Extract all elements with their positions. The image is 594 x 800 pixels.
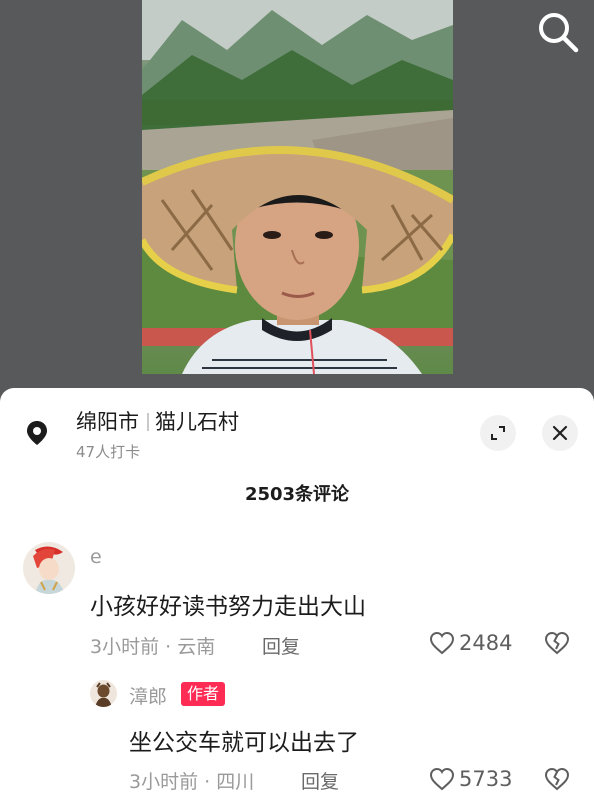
expand-button[interactable] <box>480 415 516 451</box>
comments-sheet: 绵阳市 猫儿石村 47人打卡 2503条评论 e 小孩好好读书努力走出大山 3小时… <box>0 388 594 800</box>
location-city: 绵阳市 <box>76 410 139 434</box>
heart-icon <box>429 631 455 655</box>
avatar[interactable] <box>23 542 75 594</box>
meta-dot: · <box>198 771 217 793</box>
meta-dot: · <box>159 636 178 658</box>
close-button[interactable] <box>542 415 578 451</box>
author-badge: 作者 <box>181 682 226 706</box>
search-icon <box>539 13 579 53</box>
search-button[interactable] <box>534 8 582 56</box>
reply-dislike-button[interactable] <box>543 765 571 793</box>
comment-meta: 3小时前 · 云南 <box>90 632 215 659</box>
video-image <box>142 0 453 374</box>
reply-like-count: 5733 <box>459 767 513 791</box>
comment-text: 小孩好好读书努力走出大山 <box>90 594 366 620</box>
close-icon <box>552 425 568 441</box>
checkin-count: 47人打卡 <box>76 443 141 461</box>
heart-icon <box>429 767 455 791</box>
comment-username[interactable]: e <box>90 546 102 568</box>
reply-like-button[interactable]: 5733 <box>429 765 512 793</box>
reply-meta: 3小时前 · 四川 <box>129 767 254 794</box>
comment-region: 云南 <box>177 636 216 658</box>
video-thumbnail[interactable] <box>142 0 453 374</box>
reply-region: 四川 <box>216 771 255 793</box>
comments-count-title: 2503条评论 <box>244 484 350 505</box>
expand-icon <box>491 426 505 440</box>
video-backdrop <box>0 0 594 400</box>
broken-heart-icon <box>544 767 570 791</box>
reply-button[interactable]: 回复 <box>262 632 300 659</box>
location-place: 猫儿石村 <box>155 410 239 434</box>
reply-avatar[interactable] <box>90 680 117 707</box>
location-title[interactable]: 绵阳市 猫儿石村 <box>76 406 239 436</box>
reply-text: 坐公交车就可以出去了 <box>129 730 359 756</box>
broken-heart-icon <box>544 631 570 655</box>
reply-reply-button[interactable]: 回复 <box>301 767 339 794</box>
reply-username[interactable]: 漳郎 <box>129 682 167 709</box>
location-pin-icon <box>24 420 50 446</box>
location-divider <box>147 413 149 431</box>
like-count: 2484 <box>459 631 513 655</box>
dislike-button[interactable] <box>543 629 571 657</box>
like-button[interactable]: 2484 <box>429 629 512 657</box>
comment-time: 3小时前 <box>90 636 160 658</box>
reply-time: 3小时前 <box>129 771 199 793</box>
